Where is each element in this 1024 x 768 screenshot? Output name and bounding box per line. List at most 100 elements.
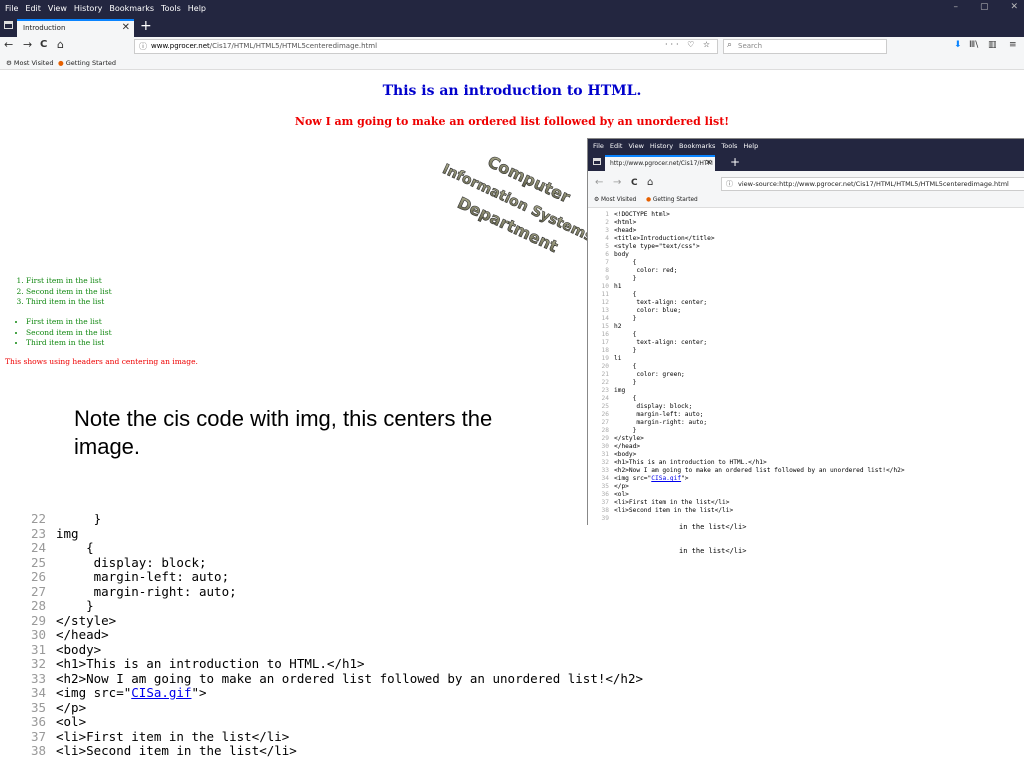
back-icon[interactable]: ← — [595, 177, 603, 188]
url-bar[interactable]: ⓘ www.pgrocer.net/Cis17/HTML/HTML5/HTML5… — [134, 39, 718, 54]
source-tab-list-icon[interactable] — [593, 158, 601, 165]
source-code-line: 17 text-align: center; — [588, 339, 708, 347]
line-number: 24 — [601, 395, 609, 402]
bookmark-label: Most Visited — [13, 59, 54, 67]
search-input[interactable]: ⌕ Search — [723, 39, 887, 54]
minimize-button[interactable]: – — [953, 2, 958, 12]
new-tab-button[interactable]: + — [140, 18, 152, 34]
back-icon[interactable]: ← — [4, 38, 13, 51]
source-menu-edit[interactable]: Edit — [610, 142, 623, 150]
reload-icon[interactable]: C — [40, 39, 47, 50]
line-number: 17 — [601, 339, 609, 346]
maximize-button[interactable]: ▢ — [980, 2, 989, 12]
menu-edit[interactable]: Edit — [25, 4, 41, 13]
code-text: <img src=" — [56, 685, 132, 700]
code-text: <title>Introduction</title> — [614, 235, 715, 242]
code-line: 27 margin-right: auto; — [0, 583, 237, 600]
line-number: 12 — [601, 299, 609, 306]
code-text: margin-right: auto; — [56, 583, 237, 599]
line-number: 36 — [601, 491, 609, 498]
code-line: 24 { — [0, 540, 94, 556]
code-text: color: blue; — [614, 307, 682, 314]
page-heading-h1: This is an introduction to HTML. — [382, 83, 642, 99]
line-number: 7 — [605, 259, 609, 266]
hamburger-menu-icon[interactable]: ≡ — [1009, 40, 1017, 50]
reload-icon[interactable]: C — [631, 178, 638, 188]
source-new-tab-button[interactable]: + — [730, 155, 740, 169]
source-menu-history[interactable]: History — [650, 142, 673, 150]
image-source-link[interactable]: CISa.gif — [131, 685, 191, 700]
gear-icon: ⚙ — [594, 197, 600, 203]
close-window-button[interactable]: ✕ — [1010, 2, 1018, 12]
line-number: 28 — [601, 427, 609, 434]
firefox-icon: ● — [646, 197, 652, 203]
line-number: 14 — [601, 315, 609, 322]
search-placeholder: Search — [738, 42, 763, 50]
menu-tools[interactable]: Tools — [161, 4, 181, 13]
line-number: 26 — [30, 569, 46, 584]
bookmark-most-visited[interactable]: ⚙ Most Visited — [594, 197, 636, 203]
source-menu-help[interactable]: Help — [743, 142, 758, 150]
code-text: display: block; — [56, 554, 207, 570]
code-text: text-align: center; — [614, 299, 708, 306]
close-icon[interactable]: ✕ — [122, 22, 130, 33]
code-text: <head> — [614, 227, 637, 234]
line-number: 13 — [601, 307, 609, 314]
bookmark-most-visited[interactable]: ⚙ Most Visited — [6, 59, 53, 67]
menu-bar: File Edit View History Bookmarks Tools H… — [0, 0, 1024, 16]
sidebar-icon[interactable]: ▥ — [988, 40, 997, 50]
forward-icon[interactable]: → — [613, 177, 621, 188]
source-code-line: 25 display: block; — [588, 403, 693, 411]
line-number: 23 — [601, 387, 609, 394]
bookmark-getting-started[interactable]: ● Getting Started — [646, 197, 698, 203]
menu-file[interactable]: File — [5, 4, 18, 13]
bookmark-getting-started[interactable]: ● Getting Started — [58, 59, 116, 67]
library-icon[interactable]: Ⅲ\ — [969, 40, 978, 50]
menu-bookmarks[interactable]: Bookmarks — [109, 4, 154, 13]
code-line: 30 </head> — [0, 627, 109, 643]
page-actions-icons[interactable]: ··· ♡ ☆ — [665, 40, 713, 49]
menu-help[interactable]: Help — [188, 4, 206, 13]
forward-icon[interactable]: → — [23, 38, 32, 51]
code-line: 34 <img src="CISa.gif"> — [0, 685, 207, 701]
code-text: <h1>This is an introduction to HTML.</h1… — [56, 656, 365, 671]
source-code-line: 19 li — [588, 355, 622, 363]
line-number: 37 — [601, 499, 609, 506]
info-icon[interactable]: ⓘ — [139, 41, 147, 52]
code-text: </style> — [56, 612, 117, 628]
download-icon[interactable]: ⬇ — [954, 40, 962, 50]
code-line: 32 <h1>This is an introduction to HTML.</… — [0, 656, 365, 672]
window-controls: – ▢ ✕ — [953, 2, 1018, 12]
source-menu-view[interactable]: View — [628, 142, 643, 150]
source-code-line: 4 <title>Introduction</title> — [588, 235, 715, 243]
code-line: 22 } — [0, 514, 101, 527]
source-code-line: 33 <h2>Now I am going to make an ordered … — [588, 467, 905, 475]
code-line: 26 margin-left: auto; — [0, 569, 229, 585]
source-menu-bookmarks[interactable]: Bookmarks — [679, 142, 715, 150]
code-text: margin-left: auto; — [614, 411, 704, 418]
code-line: 23 img — [0, 526, 79, 542]
line-number: 35 — [601, 483, 609, 490]
tab-list-icon[interactable] — [4, 21, 13, 29]
code-text: } — [614, 427, 637, 434]
code-text: } — [56, 514, 102, 526]
unordered-list: First item in the list Second item in th… — [8, 317, 112, 349]
url-path: /Cis17/HTML/HTML5/HTML5centeredimage.htm… — [209, 42, 378, 50]
bookmarks-toolbar: ⚙ Most Visited ● Getting Started — [0, 57, 1024, 70]
source-tab[interactable]: http://www.pgrocer.net/Cis17/HTM ✕ — [605, 155, 715, 171]
home-icon[interactable]: ⌂ — [647, 177, 653, 188]
source-menu-file[interactable]: File — [593, 142, 604, 150]
close-icon[interactable]: ✕ — [705, 158, 712, 167]
tab-introduction[interactable]: Introduction ✕ — [17, 19, 134, 37]
home-icon[interactable]: ⌂ — [57, 38, 64, 51]
ordered-list: First item in the list Second item in th… — [8, 276, 112, 308]
source-code-line: 22 } — [588, 379, 637, 387]
menu-history[interactable]: History — [74, 4, 102, 13]
code-text: color: green; — [614, 371, 685, 378]
image-source-link[interactable]: CISa.gif — [651, 475, 681, 482]
menu-view[interactable]: View — [48, 4, 67, 13]
source-code-line: 3 <head> — [588, 227, 636, 235]
source-url-bar[interactable]: ⓘ view-source:http://www.pgrocer.net/Cis… — [721, 177, 1024, 191]
source-menu-tools[interactable]: Tools — [721, 142, 737, 150]
info-icon[interactable]: ⓘ — [726, 179, 733, 189]
